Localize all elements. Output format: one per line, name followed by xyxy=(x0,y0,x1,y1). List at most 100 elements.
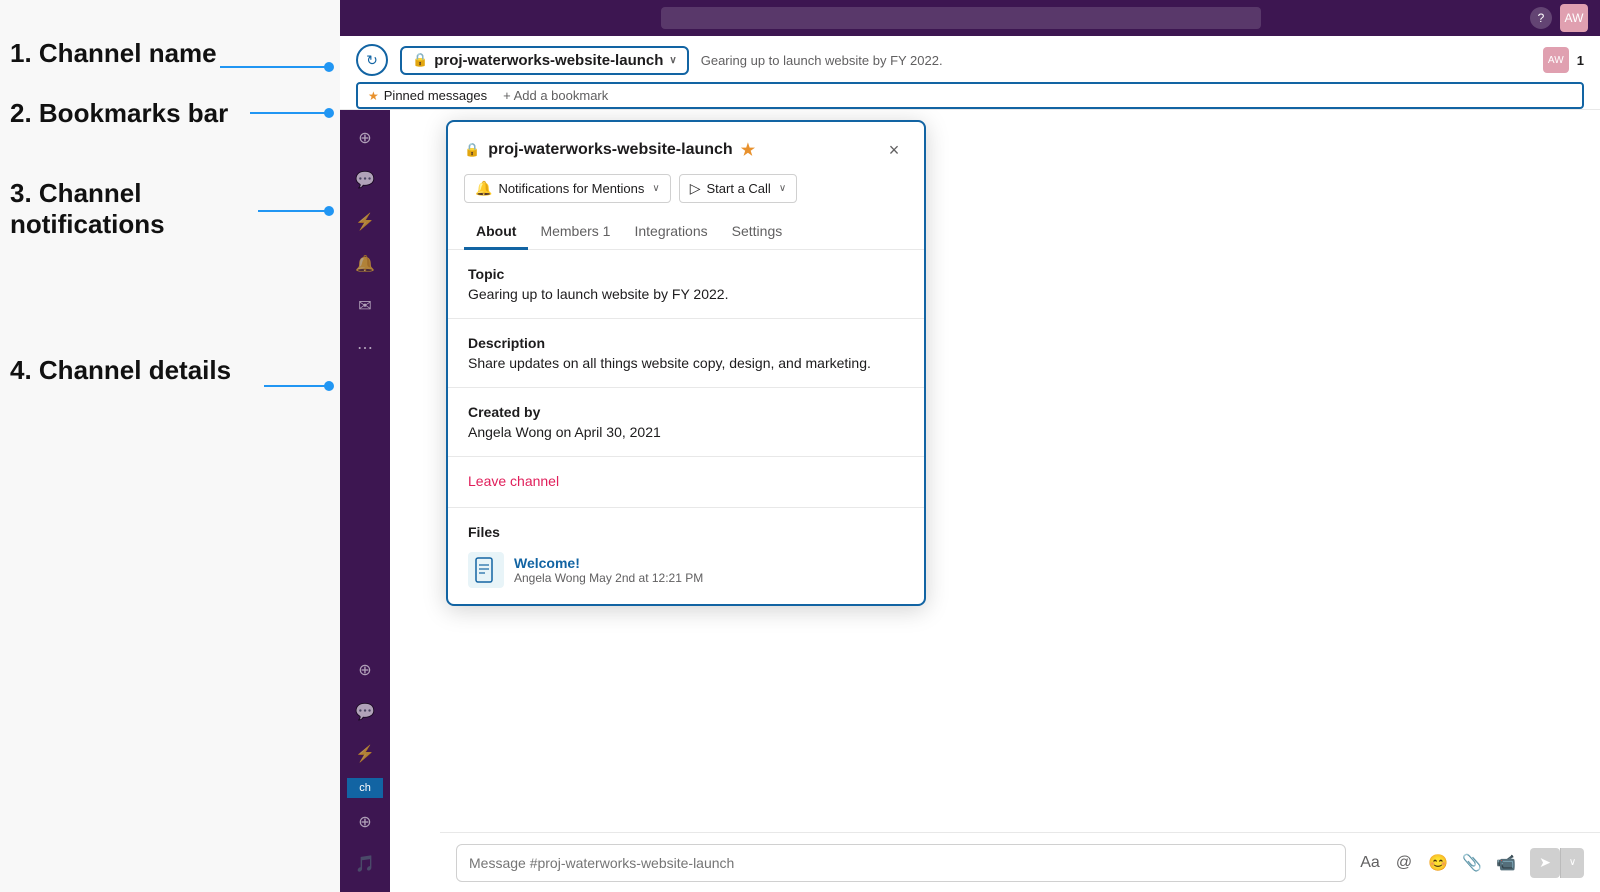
file-info: Welcome! Angela Wong May 2nd at 12:21 PM xyxy=(514,555,703,585)
search-bar[interactable] xyxy=(661,7,1261,29)
help-icon[interactable]: ? xyxy=(1530,7,1552,29)
files-section: Files Welcome! xyxy=(448,508,924,604)
sidebar-icon-bottom-1[interactable]: ⊕ xyxy=(347,652,383,688)
created-by-value: Angela Wong on April 30, 2021 xyxy=(468,424,904,440)
user-avatar[interactable]: AW xyxy=(1560,4,1588,32)
main-area: ⊕ 💬 ⚡ 🔔 ✉ ⋯ ⊕ 💬 ⚡ ch ⊕ 🎵 🔒 xyxy=(340,110,1600,892)
tab-members[interactable]: Members 1 xyxy=(528,215,622,250)
send-button[interactable]: ➤ xyxy=(1530,848,1560,878)
annotation-3: 3. Channel notifications xyxy=(10,178,165,240)
created-by-section: Created by Angela Wong on April 30, 2021 xyxy=(448,388,924,457)
channel-header: ↻ 🔒 proj-waterworks-website-launch ∨ Gea… xyxy=(340,36,1600,110)
tab-integrations[interactable]: Integrations xyxy=(622,215,719,250)
video-icon: ▷ xyxy=(690,180,701,197)
notifications-button[interactable]: 🔔 Notifications for Mentions ∨ xyxy=(464,174,671,203)
annotation-2-line xyxy=(250,112,328,114)
top-bar-right: ? AW xyxy=(1530,4,1588,32)
annotation-1-dot xyxy=(324,62,334,72)
top-bar: ? AW xyxy=(340,0,1600,36)
channel-refresh-icon[interactable]: ↻ xyxy=(356,44,388,76)
call-chevron: ∨ xyxy=(779,183,786,194)
panel-title: 🔒 proj-waterworks-website-launch ★ xyxy=(464,140,755,160)
panel-actions: 🔔 Notifications for Mentions ∨ ▷ Start a… xyxy=(448,174,924,215)
panel-lock-icon: 🔒 xyxy=(464,142,480,158)
pin-icon: ★ xyxy=(368,89,379,103)
annotation-4-line xyxy=(264,385,328,387)
bell-icon: 🔔 xyxy=(475,180,492,197)
sidebar-icon-messages[interactable]: 💬 xyxy=(347,162,383,198)
add-bookmark-button[interactable]: + Add a bookmark xyxy=(503,88,608,103)
send-button-group: ➤ ∨ xyxy=(1530,848,1584,878)
tab-about[interactable]: About xyxy=(464,215,528,250)
panel-header: 🔒 proj-waterworks-website-launch ★ × xyxy=(448,122,924,174)
annotation-2: 2. Bookmarks bar xyxy=(10,98,228,129)
attachment-icon[interactable]: 📎 xyxy=(1458,849,1486,877)
sidebar-icon-dms[interactable]: ✉ xyxy=(347,288,383,324)
bookmarks-bar: ★ Pinned messages + Add a bookmark xyxy=(356,82,1584,109)
file-item: Welcome! Angela Wong May 2nd at 12:21 PM xyxy=(468,552,904,588)
notifications-chevron: ∨ xyxy=(652,183,659,194)
annotation-3-line xyxy=(258,210,328,212)
message-bar: Aa @ 😊 📎 📹 ➤ ∨ xyxy=(440,832,1600,892)
app-container: ? AW ↻ 🔒 proj-waterworks-website-launch … xyxy=(340,0,1600,892)
topic-section: Topic Gearing up to launch website by FY… xyxy=(448,250,924,319)
annotation-2-dot xyxy=(324,108,334,118)
video-message-icon[interactable]: 📹 xyxy=(1492,849,1520,877)
notifications-label: Notifications for Mentions xyxy=(498,181,644,196)
description-value: Share updates on all things website copy… xyxy=(468,355,904,371)
start-call-button[interactable]: ▷ Start a Call ∨ xyxy=(679,174,797,203)
message-input[interactable] xyxy=(456,844,1346,882)
call-label: Start a Call xyxy=(707,181,771,196)
sidebar-icon-bottom-5[interactable]: 🎵 xyxy=(347,846,383,882)
sidebar-icon-notifications[interactable]: 🔔 xyxy=(347,246,383,282)
header-right: AW 1 xyxy=(1543,47,1584,73)
leave-channel-section: Leave channel xyxy=(448,457,924,508)
member-avatar[interactable]: AW xyxy=(1543,47,1569,73)
sidebar-channel-current[interactable]: ch xyxy=(347,778,383,798)
sidebar-icon-bottom-3[interactable]: ⚡ xyxy=(347,736,383,772)
mention-icon[interactable]: @ xyxy=(1390,849,1418,877)
file-type-icon xyxy=(468,552,504,588)
channel-name-button[interactable]: 🔒 proj-waterworks-website-launch ∨ xyxy=(400,46,689,75)
pinned-messages-link[interactable]: ★ Pinned messages xyxy=(368,88,487,103)
panel-star-icon[interactable]: ★ xyxy=(741,140,755,160)
channel-topic: Gearing up to launch website by FY 2022. xyxy=(701,53,1531,68)
channel-lock-icon: 🔒 xyxy=(412,52,428,68)
sidebar-icon-bottom-2[interactable]: 💬 xyxy=(347,694,383,730)
pinned-messages-label: Pinned messages xyxy=(384,88,487,103)
emoji-icon[interactable]: 😊 xyxy=(1424,849,1452,877)
sidebar-icon-bottom-4[interactable]: ⊕ xyxy=(347,804,383,840)
channel-name-chevron: ∨ xyxy=(669,55,676,66)
panel-content: Topic Gearing up to launch website by FY… xyxy=(448,250,924,604)
send-options-button[interactable]: ∨ xyxy=(1560,848,1584,878)
chat-area: 🔒 proj-waterworks-website-launch ★ × 🔔 N… xyxy=(390,110,1600,892)
sidebar-icon-home[interactable]: ⊕ xyxy=(347,120,383,156)
annotation-4-dot xyxy=(324,381,334,391)
annotation-4: 4. Channel details xyxy=(10,355,231,386)
topic-value: Gearing up to launch website by FY 2022. xyxy=(468,286,904,302)
annotation-1-line xyxy=(220,66,328,68)
sidebar: ⊕ 💬 ⚡ 🔔 ✉ ⋯ ⊕ 💬 ⚡ ch ⊕ 🎵 xyxy=(340,110,390,892)
member-count: 1 xyxy=(1577,53,1584,68)
created-by-label: Created by xyxy=(468,404,904,420)
description-label: Description xyxy=(468,335,904,351)
tab-settings[interactable]: Settings xyxy=(720,215,795,250)
leave-channel-link[interactable]: Leave channel xyxy=(468,473,559,489)
description-section: Description Share updates on all things … xyxy=(448,319,924,388)
annotation-3-dot xyxy=(324,206,334,216)
topic-label: Topic xyxy=(468,266,904,282)
file-name[interactable]: Welcome! xyxy=(514,555,703,571)
channel-detail-panel: 🔒 proj-waterworks-website-launch ★ × 🔔 N… xyxy=(446,120,926,606)
sidebar-icon-more[interactable]: ⋯ xyxy=(347,330,383,366)
annotations-overlay: 1. Channel name 2. Bookmarks bar 3. Chan… xyxy=(0,0,340,892)
channel-name-text: proj-waterworks-website-launch xyxy=(434,52,663,69)
annotation-1: 1. Channel name xyxy=(10,38,217,69)
sidebar-icon-activity[interactable]: ⚡ xyxy=(347,204,383,240)
text-format-icon[interactable]: Aa xyxy=(1356,849,1384,877)
file-meta: Angela Wong May 2nd at 12:21 PM xyxy=(514,571,703,585)
add-bookmark-label: + Add a bookmark xyxy=(503,88,608,103)
toolbar-icons: Aa @ 😊 📎 📹 xyxy=(1356,849,1520,877)
files-title: Files xyxy=(468,524,904,540)
panel-close-button[interactable]: × xyxy=(880,136,908,164)
channel-header-row1: ↻ 🔒 proj-waterworks-website-launch ∨ Gea… xyxy=(356,44,1584,82)
